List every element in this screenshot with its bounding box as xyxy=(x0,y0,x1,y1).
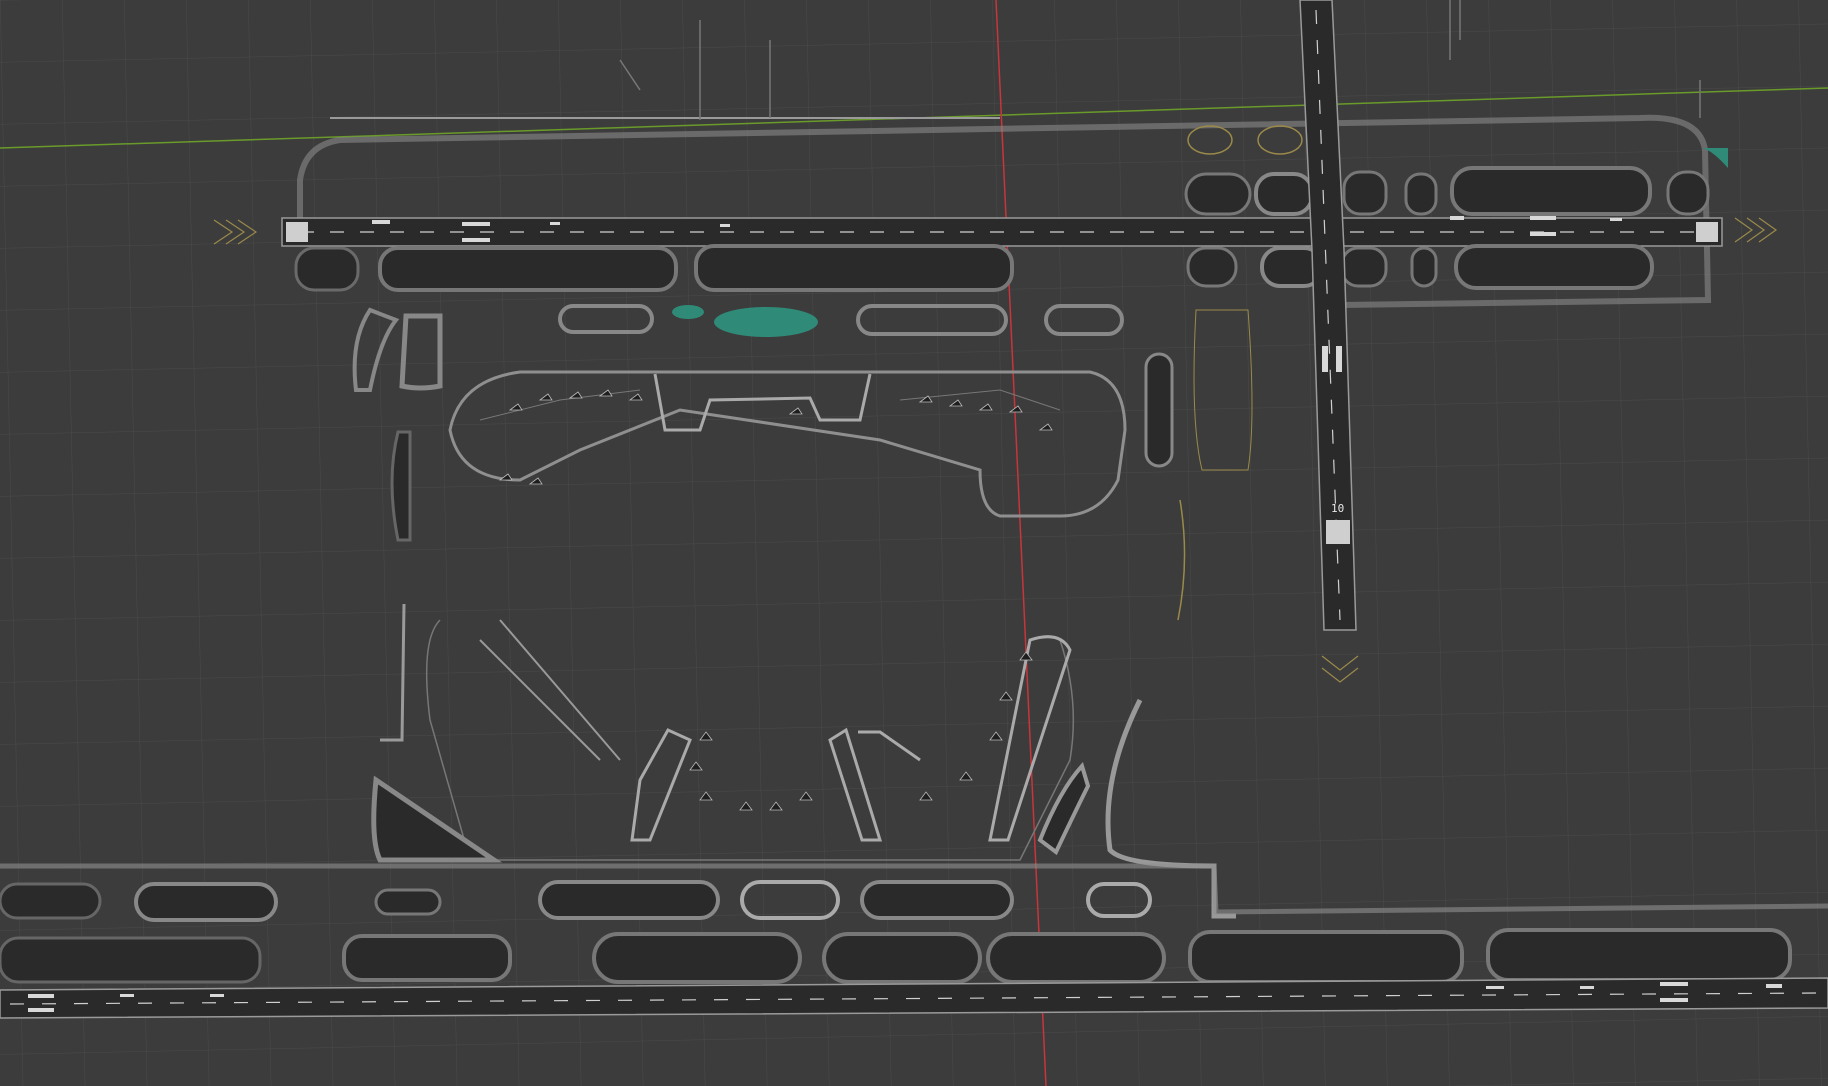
scene-canvas[interactable]: 10 xyxy=(0,0,1828,1086)
viewport-grid xyxy=(0,0,1828,1086)
pond-large xyxy=(714,307,818,337)
svg-text:10: 10 xyxy=(1331,502,1344,515)
pond-small xyxy=(672,305,704,319)
3d-viewport[interactable]: 10 xyxy=(0,0,1828,1086)
